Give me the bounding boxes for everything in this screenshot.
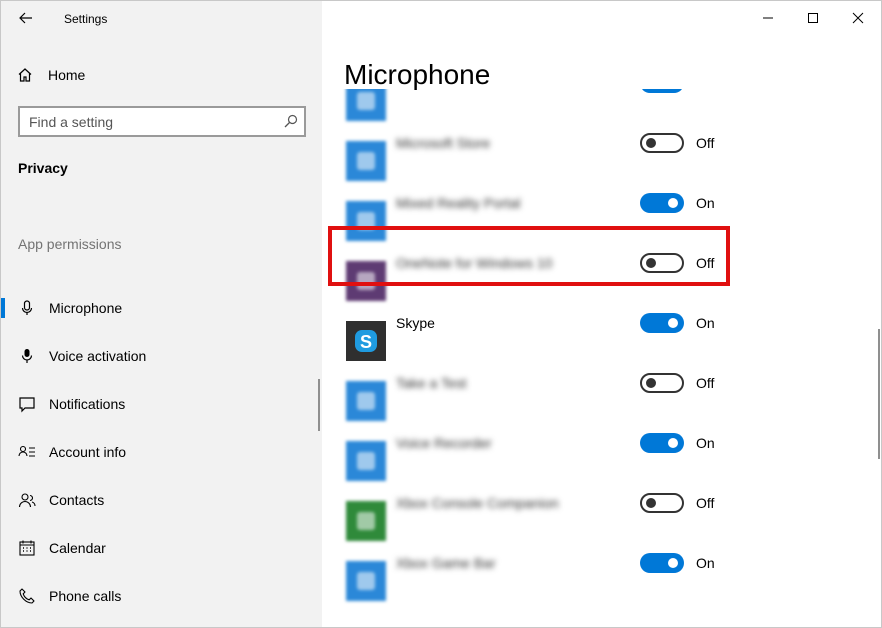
toggle-state-label: On [696,315,715,331]
sidebar-item-label: Phone calls [49,588,122,604]
sidebar-item-calendar[interactable]: Calendar [1,528,322,568]
toggle-state-label: Off [696,495,715,511]
app-name: Take a Test [396,375,467,391]
app-toggle[interactable] [640,553,684,573]
app-icon [346,441,386,481]
app-toggle[interactable] [640,133,684,153]
app-icon [346,381,386,421]
app-toggle[interactable] [640,373,684,393]
toggle-knob [646,138,656,148]
sidebar: Settings Home Privacy App permissions Mi… [1,1,322,627]
selection-indicator [1,298,5,318]
app-title: Settings [64,12,108,26]
toggle-state-label: On [696,195,715,211]
close-button[interactable] [835,5,881,31]
app-icon [346,89,386,121]
app-icon [346,141,386,181]
toggle-state-label: On [696,435,715,451]
sidebar-item-contacts[interactable]: Contacts [1,480,322,520]
maximize-button[interactable] [790,5,836,31]
svg-text:S: S [360,332,372,352]
contacts-icon [18,491,36,509]
sidebar-item-voice-activation[interactable]: Voice activation [1,336,322,376]
section-title: Privacy [18,160,68,176]
sidebar-item-label: Voice activation [49,348,147,364]
account-info-icon [18,443,36,461]
phone-icon [18,587,36,605]
skype-app-icon: S [346,321,386,361]
toggle-state-label: Off [696,89,714,91]
app-row: S Skype On [322,307,881,367]
group-label: App permissions [18,236,122,252]
toggle-state-label: Off [696,135,715,151]
sidebar-item-microphone[interactable]: Microphone [1,288,322,328]
app-row: Xbox Console Companion Off [322,487,881,547]
app-toggle[interactable] [640,493,684,513]
app-name: Voice Recorder [396,435,492,451]
sidebar-item-label: Microphone [49,300,123,316]
app-icon [346,561,386,601]
page-title: Microphone [344,59,491,90]
home-label: Home [48,67,86,83]
sidebar-item-label: Calendar [49,540,106,556]
close-icon [852,12,864,24]
app-name: Microsoft Store [396,135,491,151]
toggle-knob [668,438,678,448]
home-icon [18,68,32,82]
sidebar-item-phone-calls[interactable]: Phone calls [1,576,322,616]
toggle-knob [646,378,656,388]
toggle-knob [668,198,678,208]
skype-highlight-box [328,226,730,286]
sidebar-item-account-info[interactable]: Account info [1,432,322,472]
sidebar-item-notifications[interactable]: Notifications [1,384,322,424]
app-name: Xbox Game Bar [396,555,496,571]
sidebar-item-label: Notifications [49,396,126,412]
app-name: Skype [396,315,435,331]
voice-activation-icon [18,347,36,365]
toggle-state-label: Off [696,375,715,391]
app-toggle[interactable] [640,313,684,333]
search-input[interactable] [29,112,269,132]
home-link[interactable]: Home [16,63,85,87]
notifications-icon [18,395,36,413]
calendar-icon [18,539,36,557]
minimize-icon [763,17,773,19]
app-toggle[interactable] [640,89,684,93]
app-toggle[interactable] [640,433,684,453]
main-pane: Microphone Off Microsoft Store Off Mixed Re… [322,1,881,627]
back-button[interactable] [13,7,39,29]
app-row: Off [322,89,881,127]
microphone-icon [18,299,36,317]
sidebar-scrollbar[interactable] [318,379,320,431]
sidebar-item-label: Account info [49,444,127,460]
toggle-knob [668,318,678,328]
app-row: Xbox Game Bar On [322,547,881,607]
toggle-state-label: On [696,555,715,571]
back-arrow-icon [19,12,32,24]
search-icon[interactable] [284,114,298,128]
app-list: Off Microsoft Store Off Mixed Reality Porta… [322,89,881,627]
app-row: Take a Test Off [322,367,881,427]
main-scrollbar[interactable] [878,329,880,459]
search-box[interactable] [18,106,306,137]
app-name: Xbox Console Companion [396,495,559,511]
maximize-icon [808,13,818,23]
app-row: Voice Recorder On [322,427,881,487]
app-row: Microsoft Store Off [322,127,881,187]
toggle-knob [668,558,678,568]
app-icon [346,501,386,541]
sidebar-item-label: Contacts [49,492,105,508]
settings-window: Settings Home Privacy App permissions Mi… [0,0,882,628]
app-name: Mixed Reality Portal [396,195,521,211]
minimize-button[interactable] [745,5,791,31]
app-toggle[interactable] [640,193,684,213]
toggle-knob [646,498,656,508]
